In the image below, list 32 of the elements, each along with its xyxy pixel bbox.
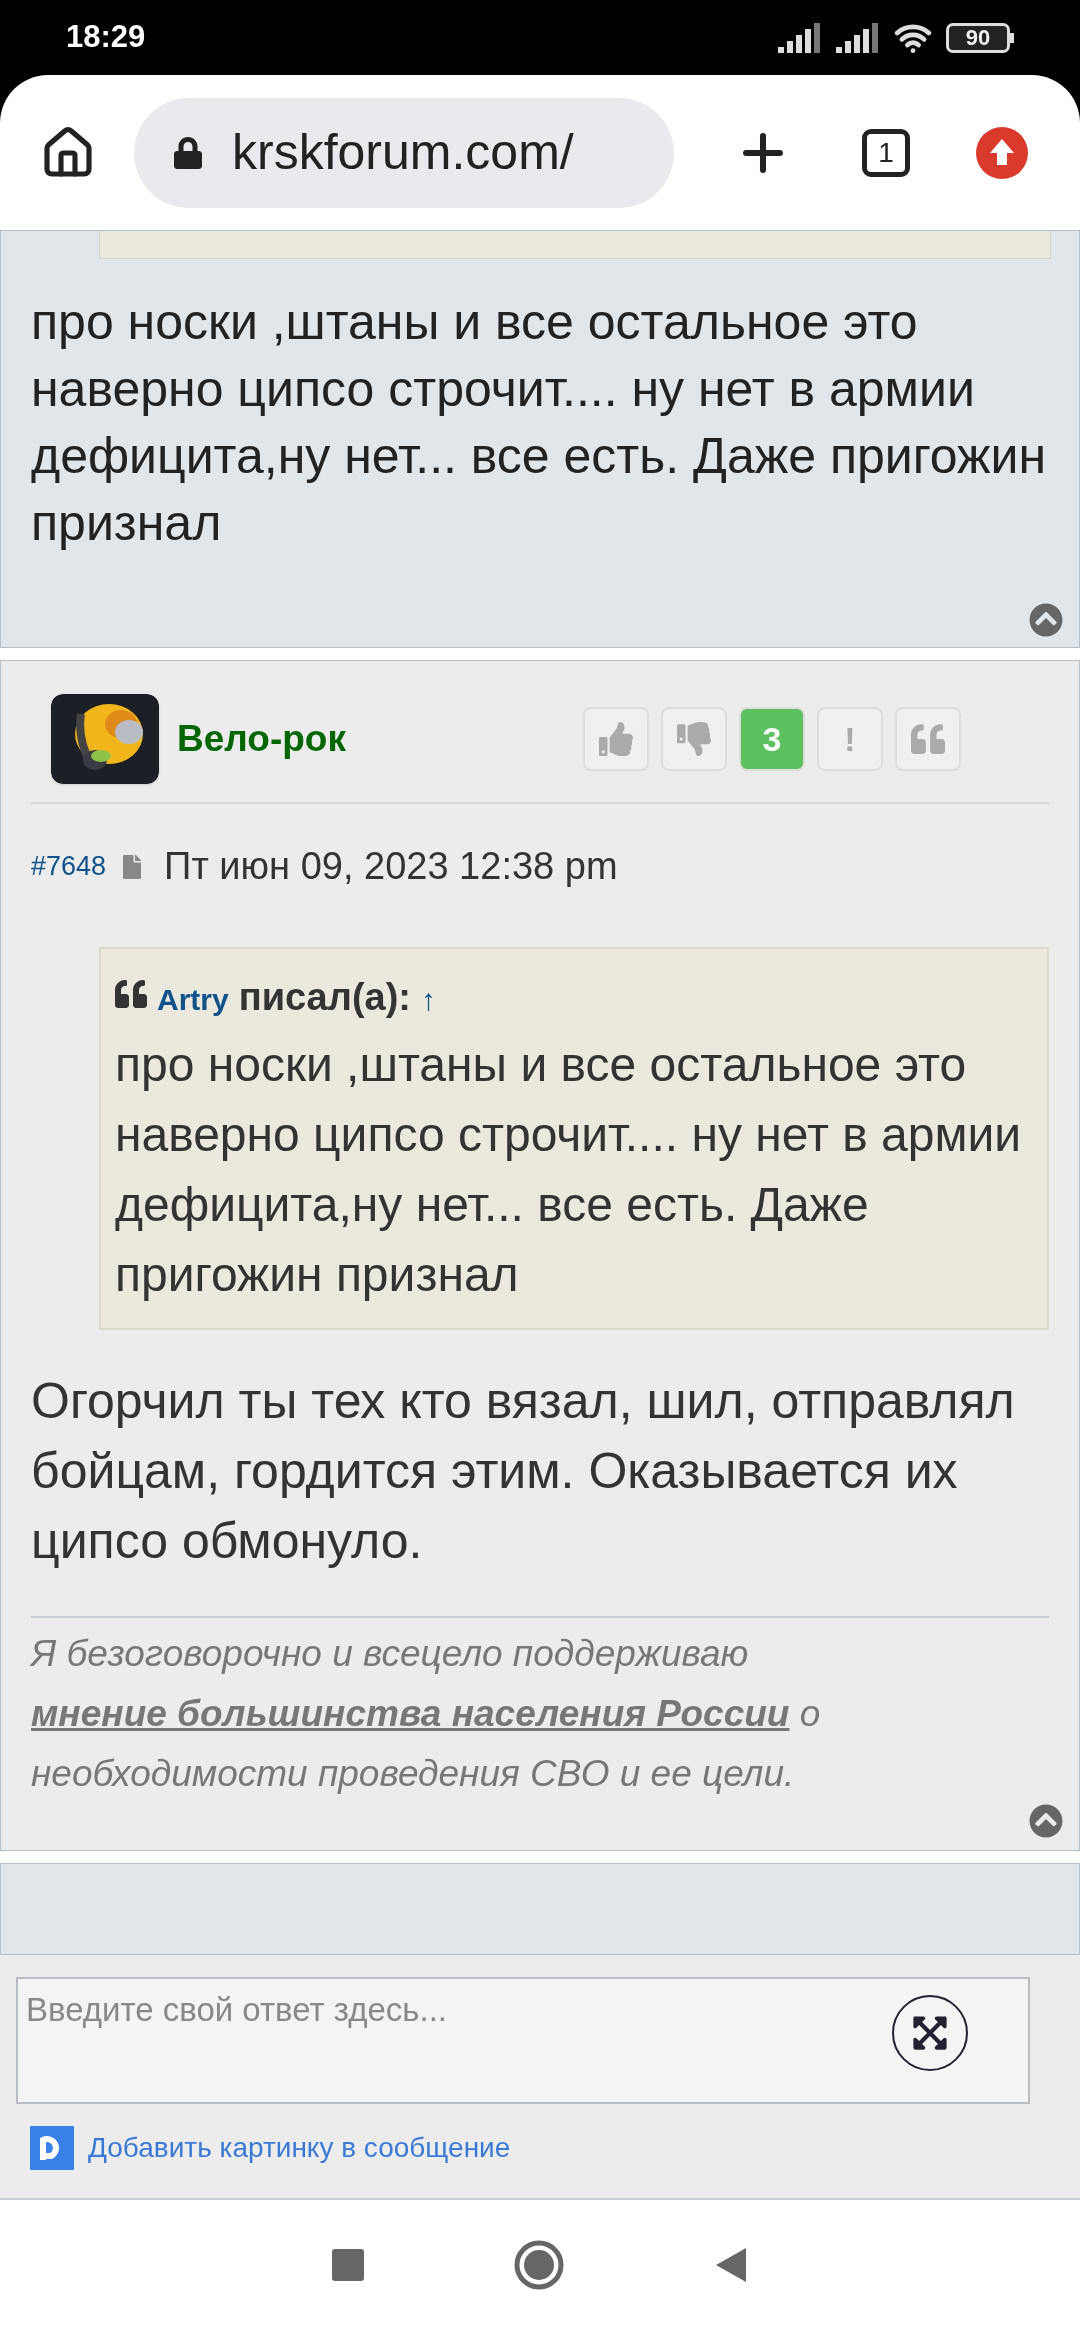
username[interactable]: Вело-рок	[177, 711, 346, 767]
url-text: krskforum.com/	[232, 123, 574, 182]
reply-field[interactable]: Введите свой ответ здесь...	[16, 1977, 1030, 2104]
vote-score: 3	[739, 707, 805, 771]
quote-author-label: писал(а):	[238, 975, 411, 1020]
quote-icon	[115, 978, 147, 1010]
home-button[interactable]	[514, 2240, 564, 2290]
post-text: Огорчил ты тех кто вязал, шил, отправлял бойцам, гордится этим. Оказывается их ципсо обмонуло.	[31, 1372, 1016, 1571]
scroll-up-icon[interactable]	[1029, 1804, 1063, 1838]
tab-count[interactable]: 1	[862, 128, 910, 177]
post-date: Пт июн 09, 2023 12:38 pm	[164, 844, 618, 889]
post-text: про носки ,штаны и все остальное это наверно ципсо строчит.... ну нет в армии дефицита,ну нет... все есть. Даже пригожин признал	[30, 293, 1048, 553]
expand-button[interactable]	[892, 1995, 968, 2071]
signature-text: Я безоговорочно и всецело поддерживаю мнение большинства населения России о необходимости проведения СВО и ее цели.	[31, 1632, 822, 1796]
jump-link[interactable]: ↑	[421, 977, 436, 1022]
signal-icon	[836, 22, 880, 53]
address-bar[interactable]: krskforum.com/	[134, 97, 674, 208]
scroll-up-icon[interactable]	[1029, 603, 1063, 637]
thumbs-up-icon	[599, 722, 633, 756]
add-image-link[interactable]: Добавить картинку в сообщение	[88, 2127, 511, 2169]
back-button[interactable]	[714, 2246, 748, 2284]
update-icon[interactable]	[976, 126, 1028, 179]
expand-icon	[911, 2014, 949, 2052]
quote-icon	[911, 722, 945, 756]
signal-icon	[778, 22, 822, 53]
thumbs-down-icon	[677, 722, 711, 756]
clock: 18:29	[66, 18, 146, 57]
signature-link[interactable]: мнение большинства населения России	[31, 1693, 790, 1734]
quote-text: про носки ,штаны и все остальное это наверно ципсо строчит.... ну нет в армии дефицита,ну нет... все есть. Даже пригожин признал	[115, 1037, 1023, 1303]
post-number-link[interactable]: #7648	[31, 846, 107, 887]
lock-icon	[172, 136, 204, 169]
quote-author-link[interactable]: Artry	[157, 977, 229, 1022]
